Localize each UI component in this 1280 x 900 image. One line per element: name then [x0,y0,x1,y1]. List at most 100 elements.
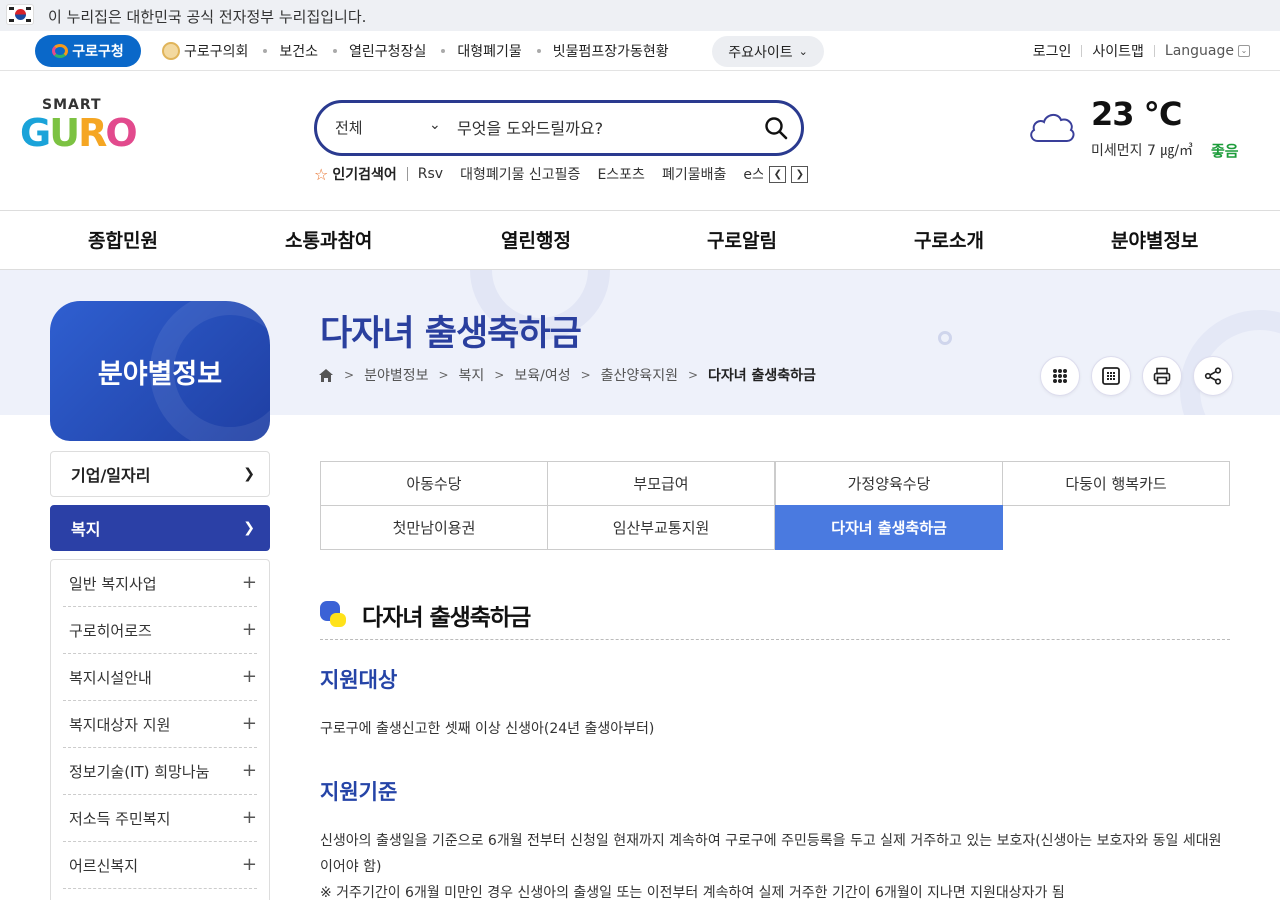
section-note: ※ 거주기간이 6개월 미만인 경우 신생아의 출생일 또는 이전부터 계속하여… [320,885,1065,900]
lnb-item-label: 기업/일자리 [71,466,151,485]
council-icon [162,42,180,60]
chevron-down-icon[interactable]: ⌄ [429,117,441,133]
popular-keyword[interactable]: Rsv [418,166,443,182]
tab-parent-benefit[interactable]: 부모급여 [547,461,775,506]
lnb-sub-item[interactable]: 어르신복지 + [63,842,257,889]
chevron-right-icon[interactable]: ❯ [791,165,809,183]
util-link-large-waste[interactable]: 대형폐기물 [441,41,522,61]
tab-child-allowance[interactable]: 아동수당 [320,461,548,506]
guro-office-button[interactable]: 구로구청 [35,35,141,67]
lnb-sub-item[interactable]: 정보기술(IT) 희망나눔 + [63,748,257,795]
lnb-sub-item[interactable]: 복지대상자 지원 + [63,701,257,748]
popular-keyword[interactable]: E스포츠 [597,164,645,184]
divider [1153,45,1155,57]
popular-keyword[interactable]: 대형폐기물 신고필증 [460,164,580,184]
util-link-council[interactable]: 구로구의회 [162,41,248,61]
tab-multi-child-card[interactable]: 다둥이 행복카드 [1002,461,1230,506]
cloud-icon [1030,114,1075,142]
tab-multi-child-birth-bonus[interactable]: 다자녀 출생축하금 [775,505,1003,550]
lnb-sub-item-label: 저소득 주민복지 [69,809,171,828]
breadcrumb-current: 다자녀 출생축하금 [708,368,816,384]
star-icon: ☆ [314,164,329,184]
language-selector[interactable]: Language ⌄ [1165,43,1250,59]
share-button[interactable] [1193,356,1233,396]
home-icon[interactable] [318,368,334,383]
chevron-right-icon: > [438,368,449,382]
tab-pregnant-transport[interactable]: 임산부교통지원 [547,505,775,550]
search-input[interactable] [457,115,747,141]
major-sites-label: 주요사이트 [728,44,793,61]
lnb-item-business[interactable]: 기업/일자리 ❯ [50,451,270,497]
decorative-dot [938,331,952,345]
search-box: 전체 ⌄ [314,100,804,156]
title-bullet-icon [320,601,346,627]
popular-keywords-title: 인기검색어 [332,167,397,183]
lnb-sub-item-label: 구로히어로즈 [69,621,152,640]
print-button[interactable] [1142,356,1182,396]
breadcrumb-item[interactable]: 보육/여성 [514,365,570,385]
chevron-right-icon: > [494,368,505,382]
search-icon[interactable] [763,115,789,141]
tab-first-meeting-voucher[interactable]: 첫만남이용권 [320,505,548,550]
search-scope-select[interactable]: 전체 [335,117,363,138]
lnb-sub-item-label: 일반 복지사업 [69,574,157,593]
util-link-health-center[interactable]: 보건소 [263,41,318,61]
popular-keyword[interactable]: e스 [743,164,763,184]
chevron-left-icon[interactable]: ❮ [769,165,787,183]
bullet-icon [441,49,446,53]
section-heading: 지원기준 [320,780,398,804]
breadcrumb-item[interactable]: 출산양육지원 [601,365,678,385]
utility-bar: 구로구청 구로구의회 보건소 열린구청장실 대형폐기물 빗물펌프장가동현황 주요… [0,31,1280,71]
logo-guro-text: GURO [20,111,138,155]
fine-dust: 미세먼지 7 ㎍/㎥ [1091,143,1194,159]
gov-banner-text: 이 누리집은 대한민국 공식 전자정부 누리집입니다. [48,8,367,26]
nav-item-news[interactable]: 구로알림 [707,226,777,253]
page-title: 다자녀 출생축하금 [320,314,582,354]
content-title-text: 다자녀 출생축하금 [362,605,531,631]
language-label: Language [1164,43,1234,59]
util-link-label: 보건소 [279,44,319,60]
login-link[interactable]: 로그인 [1033,41,1072,61]
popular-keywords: ☆ 인기검색어 Rsv 대형폐기물 신고필증 E스포츠 폐기물배출 e스 ❮ ❯ [314,164,809,184]
plus-icon: + [241,572,257,593]
sitemap-link[interactable]: 사이트맵 [1092,41,1144,61]
page-tools [1040,356,1233,396]
breadcrumb-item[interactable]: 분야별정보 [364,365,428,385]
header: SMART GURO 전체 ⌄ ☆ 인기검색어 Rsv 대형폐기물 신고필증 E… [0,71,1280,211]
lnb-sub-item-label: 복지시설안내 [69,668,152,687]
plus-icon: + [241,666,257,687]
chevron-right-icon: ❯ [243,466,255,482]
tab-home-care[interactable]: 가정양육수당 [775,461,1003,506]
util-link-rain-pump[interactable]: 빗물펌프장가동현황 [536,41,669,61]
lnb-sub-item[interactable]: 복지시설안내 + [63,654,257,701]
nav-item-field-info[interactable]: 분야별정보 [1111,226,1198,253]
lnb-sub-item[interactable]: 구로히어로즈 + [63,607,257,654]
lnb-sub-item[interactable]: 일반 복지사업 + [63,560,257,607]
lnb-sub-item-label: 복지대상자 지원 [69,715,171,734]
smart-guro-logo[interactable]: SMART GURO [20,97,138,157]
util-link-mayor-office[interactable]: 열린구청장실 [333,41,426,61]
lnb-sub-item[interactable]: 저소득 주민복지 + [63,795,257,842]
util-link-label: 대형폐기물 [457,44,522,60]
chevron-right-icon: > [580,368,591,382]
qr-code-button[interactable] [1091,356,1131,396]
chevron-right-icon: ❯ [243,520,255,536]
guro-office-label: 구로구청 [72,44,124,60]
lnb-sub-item-label: 정보기술(IT) 희망나눔 [69,762,210,781]
dots-grid-icon [1053,369,1067,383]
nav-item-open-admin[interactable]: 열린행정 [501,226,571,253]
lnb-item-welfare[interactable]: 복지 ❯ [50,505,270,551]
nav-item-about[interactable]: 구로소개 [914,226,984,253]
share-icon [1204,367,1222,385]
section-body: 신생아의 출생일을 기준으로 6개월 전부터 신청일 현재까지 계속하여 구로구… [320,833,1222,875]
major-sites-dropdown[interactable]: 주요사이트 ⌄ [712,36,824,67]
menu-grid-button[interactable] [1040,356,1080,396]
chevron-right-icon: > [344,368,355,382]
nav-item-civil-service[interactable]: 종합민원 [88,226,158,253]
qr-code-icon [1102,367,1120,385]
utility-links: 구로구의회 보건소 열린구청장실 대형폐기물 빗물펌프장가동현황 [162,31,684,71]
breadcrumb-item[interactable]: 복지 [459,365,485,385]
util-link-label: 구로구의회 [184,44,249,60]
nav-item-participation[interactable]: 소통과참여 [285,226,372,253]
popular-keyword[interactable]: 폐기물배출 [662,164,726,184]
